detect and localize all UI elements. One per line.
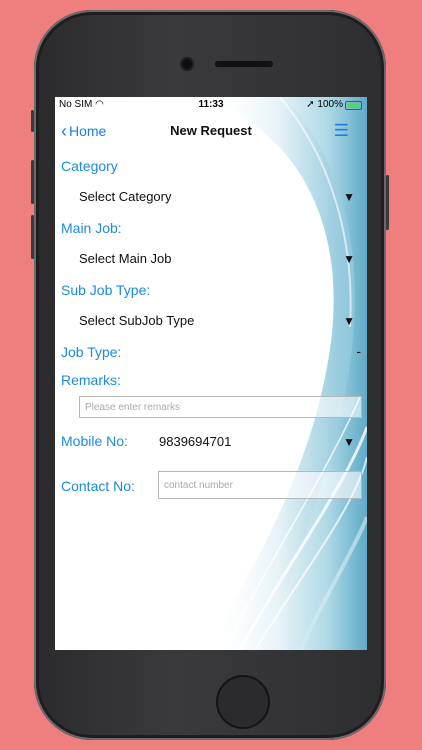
power-button	[386, 175, 389, 230]
sub-job-type-label: Sub Job Type:	[61, 282, 151, 298]
battery-percent: 100%	[317, 99, 343, 110]
front-camera	[182, 59, 192, 69]
battery-icon	[345, 101, 362, 110]
page-title: New Request	[170, 123, 252, 138]
home-button[interactable]	[216, 675, 270, 729]
navigation-bar: ‹ Home New Request ☰	[55, 119, 367, 143]
status-bar: No SIM ◠ 11:33 ➚ 100%	[55, 97, 367, 113]
category-label: Category	[61, 158, 118, 174]
earpiece-speaker	[215, 61, 273, 67]
main-job-label: Main Job:	[61, 220, 122, 236]
mobile-no-select[interactable]: 9839694701	[159, 434, 231, 449]
sub-job-type-dropdown-icon[interactable]: ▼	[343, 314, 355, 328]
remarks-input[interactable]: Please enter remarks	[79, 396, 362, 418]
app-screen: No SIM ◠ 11:33 ➚ 100% ‹ Home New Request …	[55, 97, 367, 650]
job-type-value: -	[356, 343, 361, 359]
job-type-label: Job Type:	[61, 344, 122, 360]
category-select[interactable]: Select Category	[79, 189, 172, 204]
main-job-select[interactable]: Select Main Job	[79, 251, 172, 266]
contact-no-label: Contact No:	[61, 478, 135, 494]
main-job-dropdown-icon[interactable]: ▼	[343, 252, 355, 266]
mobile-no-dropdown-icon[interactable]: ▼	[343, 435, 355, 449]
remarks-label: Remarks:	[61, 372, 121, 388]
contact-no-input[interactable]: contact number	[158, 471, 362, 499]
category-dropdown-icon[interactable]: ▼	[343, 190, 355, 204]
sub-job-type-select[interactable]: Select SubJob Type	[79, 313, 194, 328]
volume-up-button	[31, 160, 34, 204]
volume-down-button	[31, 215, 34, 259]
battery-status: ➚ 100%	[306, 99, 343, 110]
hamburger-menu-icon[interactable]: ☰	[334, 121, 349, 141]
mobile-no-label: Mobile No:	[61, 433, 128, 449]
mute-switch	[31, 110, 34, 132]
location-icon: ➚	[306, 99, 315, 110]
